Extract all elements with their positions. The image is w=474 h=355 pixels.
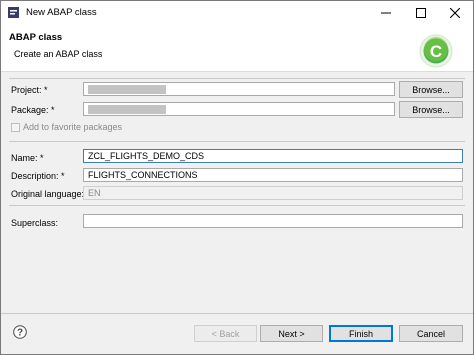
name-input[interactable]: ZCL_FLIGHTS_DEMO_CDS: [83, 149, 463, 163]
wizard-title: ABAP class: [9, 32, 63, 43]
minimize-button[interactable]: [369, 1, 403, 25]
superclass-label: Superclass:: [11, 218, 59, 228]
close-icon: [450, 8, 460, 18]
title-bar: New ABAP class: [1, 1, 473, 25]
package-input[interactable]: [83, 102, 395, 116]
separator: [9, 205, 465, 206]
maximize-icon: [416, 8, 426, 18]
language-value: EN: [88, 188, 101, 198]
close-button[interactable]: [438, 1, 472, 25]
next-button[interactable]: Next >: [260, 325, 323, 342]
window-title: New ABAP class: [26, 7, 97, 18]
separator: [9, 141, 465, 142]
svg-text:C: C: [430, 42, 442, 61]
description-input[interactable]: FLIGHTS_CONNECTIONS: [83, 168, 463, 182]
question-mark-icon[interactable]: ?: [13, 325, 27, 339]
back-button[interactable]: < Back: [194, 325, 257, 342]
package-browse-button[interactable]: Browse...: [399, 101, 463, 118]
language-label: Original language:: [11, 189, 85, 199]
description-value: FLIGHTS_CONNECTIONS: [88, 170, 198, 180]
add-to-favorites-label: Add to favorite packages: [23, 122, 123, 132]
eclipse-app-icon: [8, 7, 19, 18]
cancel-button[interactable]: Cancel: [399, 325, 463, 342]
package-label: Package: *: [11, 105, 55, 115]
separator: [9, 78, 465, 79]
description-label: Description: *: [11, 171, 65, 181]
add-to-favorites-checkbox[interactable]: [11, 123, 20, 132]
project-label: Project: *: [11, 85, 48, 95]
wizard-header: ABAP class Create an ABAP class C: [1, 25, 473, 72]
name-value: ZCL_FLIGHTS_DEMO_CDS: [88, 151, 205, 161]
project-browse-button[interactable]: Browse...: [399, 81, 463, 98]
wizard-subtitle: Create an ABAP class: [14, 49, 103, 59]
abap-class-logo-icon: C: [419, 34, 453, 68]
redacted-value: [88, 85, 166, 94]
project-input[interactable]: [83, 82, 395, 96]
footer-separator: [1, 313, 473, 314]
svg-text:?: ?: [17, 328, 23, 339]
maximize-button[interactable]: [404, 1, 438, 25]
language-input: EN: [83, 186, 463, 200]
superclass-input[interactable]: [83, 214, 463, 228]
new-abap-class-dialog: New ABAP class ABAP class Create an ABAP…: [0, 0, 474, 355]
finish-button[interactable]: Finish: [329, 325, 393, 342]
minimize-icon: [381, 12, 391, 14]
redacted-value: [88, 105, 166, 114]
name-label: Name: *: [11, 153, 44, 163]
